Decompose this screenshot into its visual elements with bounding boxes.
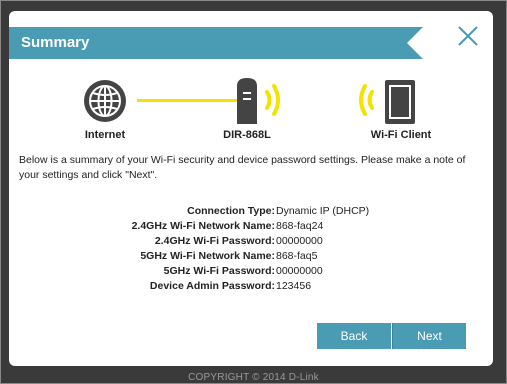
setting-row-24ghz-name: 2.4GHz Wi-Fi Network Name: 868-faq24	[9, 220, 493, 235]
setting-label: 2.4GHz Wi-Fi Network Name:	[131, 220, 275, 232]
setting-label: 5GHz Wi-Fi Password:	[163, 265, 275, 277]
title-banner: Summary	[9, 27, 423, 59]
setting-value: Dynamic IP (DHCP)	[276, 205, 370, 217]
setting-row-5ghz-password: 5GHz Wi-Fi Password: 00000000	[9, 265, 493, 280]
setting-row-5ghz-name: 5GHz Wi-Fi Network Name: 868-faq5	[9, 250, 493, 265]
intro-text: Below is a summary of your Wi-Fi securit…	[19, 154, 466, 181]
summary-dialog: Summary Internet DIR-868L Wi-Fi Client B…	[9, 11, 493, 366]
setting-value: 00000000	[276, 265, 323, 277]
setting-label: Connection Type:	[187, 205, 275, 217]
back-button[interactable]: Back	[317, 323, 391, 349]
setting-row-connection-type: Connection Type: Dynamic IP (DHCP)	[9, 205, 493, 220]
setting-value: 868-faq5	[276, 250, 318, 262]
internet-label: Internet	[84, 129, 126, 141]
copyright-footer: COPYRIGHT © 2014 D-Link	[188, 372, 319, 383]
setting-row-admin-password: Device Admin Password: 123456	[9, 280, 493, 295]
setting-label: Device Admin Password:	[149, 280, 275, 292]
globe-icon	[82, 78, 128, 129]
setting-row-24ghz-password: 2.4GHz Wi-Fi Password: 00000000	[9, 235, 493, 250]
router-label: DIR-868L	[223, 129, 271, 141]
close-icon[interactable]	[457, 25, 479, 47]
setting-value: 123456	[276, 280, 312, 292]
client-label: Wi-Fi Client	[370, 129, 432, 141]
router-icon	[233, 78, 293, 131]
next-button[interactable]: Next	[392, 323, 466, 349]
tablet-icon	[351, 78, 419, 131]
setting-value: 00000000	[276, 235, 323, 247]
connection-line	[137, 99, 237, 102]
setting-label: 5GHz Wi-Fi Network Name:	[140, 250, 275, 262]
setting-value: 868-faq24	[276, 220, 324, 232]
setting-label: 2.4GHz Wi-Fi Password:	[154, 235, 275, 247]
dialog-title: Summary	[21, 34, 90, 51]
